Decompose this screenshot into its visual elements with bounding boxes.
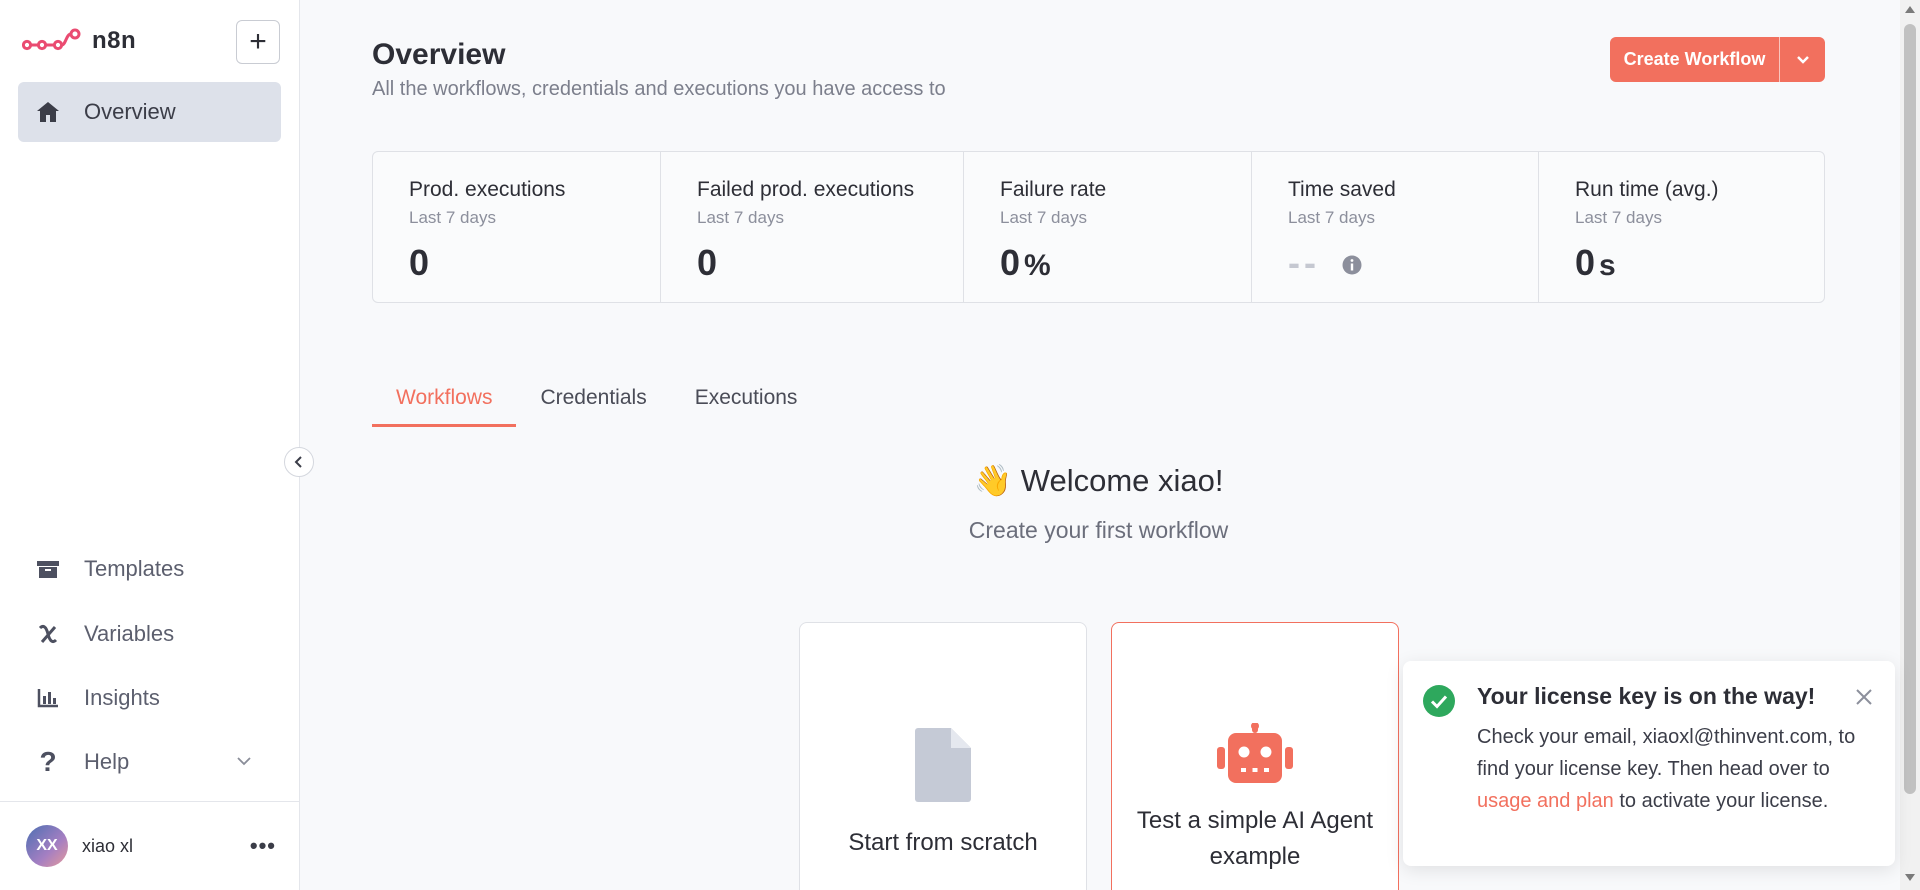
overview-tabs: Workflows Credentials Executions xyxy=(372,374,821,427)
stat-unit: % xyxy=(1024,249,1051,282)
sidebar-item-label: Help xyxy=(84,749,130,774)
sidebar-item-label: Insights xyxy=(84,685,160,710)
stat-number: 0 xyxy=(1575,242,1596,283)
ai-agent-example-card[interactable]: Test a simple AI Agent example xyxy=(1111,622,1399,890)
toast-body-text: to activate your license. xyxy=(1613,790,1829,812)
stat-period: Last 7 days xyxy=(409,208,496,227)
file-icon xyxy=(800,728,1086,802)
collapse-sidebar-button[interactable] xyxy=(284,447,314,477)
user-menu-button[interactable]: ••• xyxy=(250,833,276,859)
stat-value: 0 % xyxy=(1000,242,1051,284)
stat-title: Time saved xyxy=(1288,178,1396,201)
stat-period: Last 7 days xyxy=(697,208,784,227)
stat-failed-executions[interactable]: Failed prod. executions Last 7 days 0 xyxy=(661,152,964,302)
new-button[interactable]: + xyxy=(236,20,280,64)
chevron-down-icon xyxy=(1796,55,1809,64)
start-from-scratch-card[interactable]: Start from scratch xyxy=(799,622,1087,890)
sidebar-divider xyxy=(0,801,300,802)
question-icon: ? xyxy=(39,746,57,777)
sidebar-item-label: Variables xyxy=(84,621,175,646)
stat-title: Failure rate xyxy=(1000,178,1107,201)
tab-workflows[interactable]: Workflows xyxy=(372,374,517,427)
stat-period: Last 7 days xyxy=(1575,208,1662,227)
stat-title: Failed prod. executions xyxy=(697,178,915,201)
user-name: xiao xl xyxy=(82,835,134,856)
stat-period: Last 7 days xyxy=(1288,208,1375,227)
close-icon[interactable] xyxy=(1855,688,1873,711)
page-title: Overview xyxy=(372,38,506,71)
create-workflow-button[interactable]: Create Workflow xyxy=(1610,37,1779,82)
stat-failure-rate[interactable]: Failure rate Last 7 days 0 % xyxy=(964,152,1252,302)
card-label: Start from scratch xyxy=(848,829,1038,856)
sidebar-item-variables[interactable]: Variables xyxy=(18,608,281,660)
toast-title: Your license key is on the way! xyxy=(1477,683,1816,709)
robot-icon xyxy=(1112,723,1398,783)
welcome-subtitle: Create your first workflow xyxy=(968,517,1229,543)
brand-logo[interactable]: n8n xyxy=(22,26,136,56)
welcome-heading: 👋 Welcome xiao! xyxy=(372,462,1825,499)
scroll-down-arrow-icon[interactable] xyxy=(1905,874,1915,881)
user-profile[interactable]: XX xiao xl ••• xyxy=(26,825,276,867)
n8n-logo-icon xyxy=(22,28,81,51)
sidebar-item-insights[interactable]: Insights xyxy=(18,672,281,724)
stat-number: 0 xyxy=(1000,242,1021,283)
scrollbar-thumb[interactable] xyxy=(1904,24,1916,794)
stat-prod-executions[interactable]: Prod. executions Last 7 days 0 xyxy=(373,152,661,302)
sidebar: n8n + Overview Templates Variables Insig… xyxy=(0,0,314,890)
create-dropdown-button[interactable] xyxy=(1780,37,1825,82)
tab-executions[interactable]: Executions xyxy=(671,374,822,427)
stat-value: 0 xyxy=(409,242,429,284)
scroll-up-arrow-icon[interactable] xyxy=(1905,6,1915,13)
usage-and-plan-link[interactable]: usage and plan xyxy=(1477,790,1614,812)
stat-time-saved[interactable]: Time saved Last 7 days -- xyxy=(1252,152,1539,302)
sidebar-item-overview[interactable]: Overview xyxy=(18,82,281,142)
toast-body-text: Check your email, xiaoxl@thinvent.com, t… xyxy=(1477,726,1856,780)
waving-hand-icon: 👋 xyxy=(973,463,1013,498)
sidebar-item-label: Overview xyxy=(84,99,176,124)
stat-unit: s xyxy=(1599,249,1616,282)
box-icon xyxy=(30,559,66,579)
license-toast: Your license key is on the way! Check yo… xyxy=(1403,661,1895,866)
stat-number: 0 xyxy=(409,242,430,283)
page-scrollbar[interactable] xyxy=(1900,0,1920,890)
success-check-icon xyxy=(1423,685,1455,722)
stat-number: 0 xyxy=(697,242,718,283)
variable-icon xyxy=(30,623,66,645)
welcome-title: Welcome xiao! xyxy=(1020,463,1224,498)
toast-message: Check your email, xiaoxl@thinvent.com, t… xyxy=(1477,721,1877,817)
sidebar-item-help[interactable]: ? Help xyxy=(18,736,281,788)
page-subtitle: All the workflows, credentials and execu… xyxy=(372,78,946,100)
sidebar-item-label: Templates xyxy=(84,556,185,581)
stats-panel: Prod. executions Last 7 days 0 Failed pr… xyxy=(372,151,1825,303)
stat-number: -- xyxy=(1288,242,1320,283)
stat-period: Last 7 days xyxy=(1000,208,1087,227)
chevron-left-icon xyxy=(294,456,302,468)
avatar: XX xyxy=(26,825,68,867)
button-divider xyxy=(1779,37,1780,82)
stat-title: Run time (avg.) xyxy=(1575,178,1719,201)
stat-value: -- xyxy=(1288,242,1362,284)
stat-run-time[interactable]: Run time (avg.) Last 7 days 0 s xyxy=(1539,152,1824,302)
stat-value: 0 xyxy=(697,242,717,284)
stat-value: 0 s xyxy=(1575,242,1616,284)
stat-title: Prod. executions xyxy=(409,178,566,201)
chart-icon xyxy=(30,688,66,708)
card-label: Test a simple AI Agent example xyxy=(1136,807,1374,870)
brand-name: n8n xyxy=(92,27,137,54)
tab-credentials[interactable]: Credentials xyxy=(516,374,670,427)
home-icon xyxy=(30,101,66,123)
sidebar-item-templates[interactable]: Templates xyxy=(18,543,281,595)
info-icon[interactable] xyxy=(1342,242,1362,284)
create-workflow-split-button: Create Workflow xyxy=(1610,37,1825,82)
chevron-down-icon xyxy=(237,753,251,771)
